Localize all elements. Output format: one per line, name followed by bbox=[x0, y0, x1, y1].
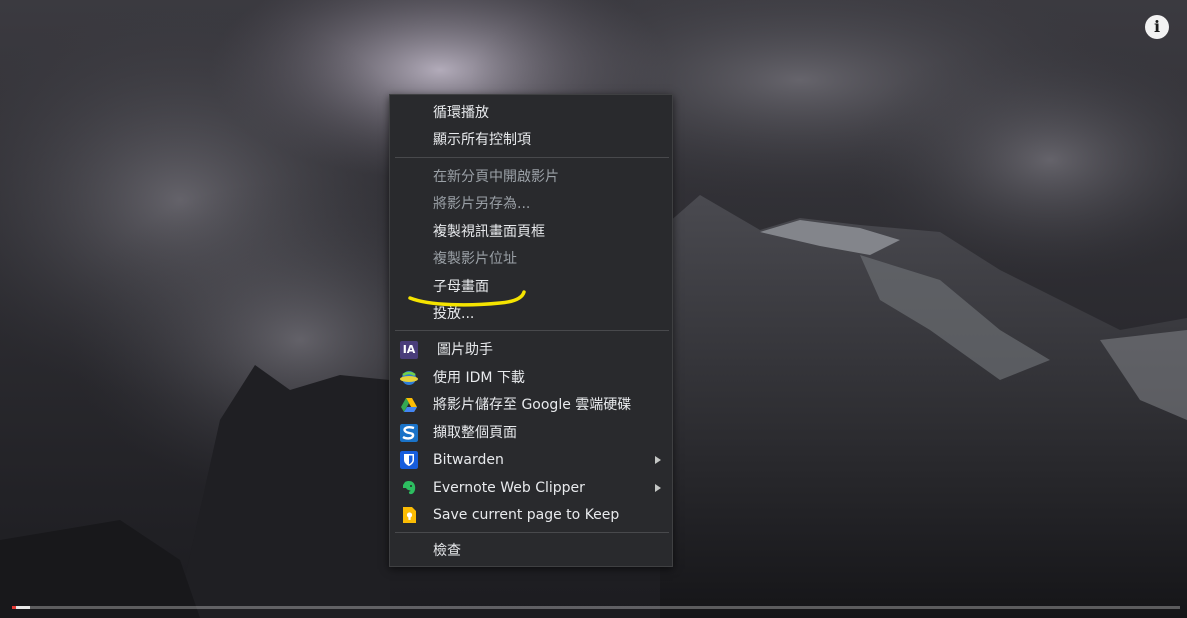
menu-item-label: 圖片助手 bbox=[437, 342, 493, 358]
menu-item-idm-download[interactable]: 使用 IDM 下載 bbox=[390, 365, 672, 391]
menu-item-capture-page[interactable]: 擷取整個頁面 bbox=[390, 420, 672, 446]
menu-item-inspect[interactable]: 檢查 bbox=[390, 538, 672, 564]
menu-separator bbox=[395, 532, 669, 533]
menu-item-loop[interactable]: 循環播放 bbox=[390, 100, 672, 126]
submenu-arrow-icon bbox=[655, 484, 661, 492]
video-progress-bar[interactable] bbox=[12, 606, 1180, 609]
menu-item-label: 使用 IDM 下載 bbox=[433, 370, 525, 386]
menu-item-label: 顯示所有控制項 bbox=[433, 132, 531, 148]
menu-item-label: 投放... bbox=[433, 306, 475, 322]
menu-item-label: 循環播放 bbox=[433, 105, 489, 121]
menu-item-label: 子母畫面 bbox=[433, 279, 489, 295]
menu-item-save-to-drive[interactable]: 將影片儲存至 Google 雲端硬碟 bbox=[390, 392, 672, 418]
menu-item-cast[interactable]: 投放... bbox=[390, 301, 672, 327]
menu-item-picture-in-picture[interactable]: 子母畫面 bbox=[390, 274, 672, 300]
menu-item-show-controls[interactable]: 顯示所有控制項 bbox=[390, 127, 672, 153]
menu-item-label: 將影片另存為... bbox=[433, 196, 531, 212]
progress-played-marker bbox=[12, 606, 16, 609]
menu-item-label: 複製影片位址 bbox=[433, 251, 517, 267]
menu-item-save-video-as: 將影片另存為... bbox=[390, 191, 672, 217]
menu-item-image-assistant[interactable]: IA 圖片助手 bbox=[390, 337, 672, 363]
menu-item-label: Save current page to Keep bbox=[433, 507, 620, 523]
menu-item-open-in-new-tab: 在新分頁中開啟影片 bbox=[390, 164, 672, 190]
submenu-arrow-icon bbox=[655, 456, 661, 464]
menu-item-label: 複製視訊畫面頁框 bbox=[433, 224, 545, 240]
menu-item-label: 將影片儲存至 Google 雲端硬碟 bbox=[433, 397, 632, 413]
menu-item-label: 在新分頁中開啟影片 bbox=[433, 169, 559, 185]
menu-item-label: 擷取整個頁面 bbox=[433, 425, 517, 441]
menu-separator bbox=[395, 330, 669, 331]
menu-item-label: Evernote Web Clipper bbox=[433, 480, 585, 496]
idm-icon bbox=[400, 369, 418, 387]
bitwarden-shield-icon bbox=[400, 451, 418, 469]
image-assistant-icon: IA bbox=[400, 341, 418, 359]
menu-item-label: 檢查 bbox=[433, 543, 461, 559]
evernote-elephant-icon bbox=[400, 479, 418, 497]
google-keep-icon bbox=[400, 506, 418, 524]
menu-item-label: Bitwarden bbox=[433, 452, 504, 468]
context-menu: 循環播放 顯示所有控制項 在新分頁中開啟影片 將影片另存為... 複製視訊畫面頁… bbox=[389, 94, 673, 567]
google-drive-icon bbox=[400, 396, 418, 414]
menu-item-copy-video-address: 複製影片位址 bbox=[390, 246, 672, 272]
menu-item-bitwarden[interactable]: Bitwarden bbox=[390, 447, 672, 473]
capture-s-icon bbox=[400, 424, 418, 442]
menu-item-evernote[interactable]: Evernote Web Clipper bbox=[390, 475, 672, 501]
menu-item-save-to-keep[interactable]: Save current page to Keep bbox=[390, 502, 672, 528]
menu-separator bbox=[395, 157, 669, 158]
info-icon[interactable]: i bbox=[1145, 15, 1169, 39]
menu-item-copy-video-frame[interactable]: 複製視訊畫面頁框 bbox=[390, 219, 672, 245]
